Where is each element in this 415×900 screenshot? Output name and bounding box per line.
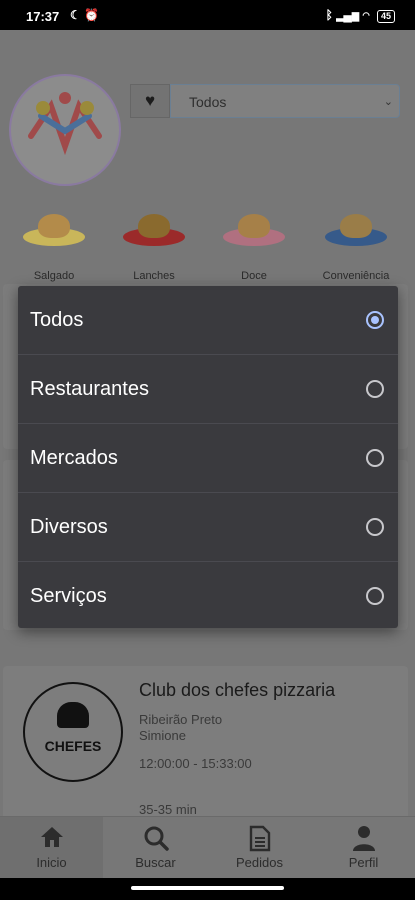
- wifi-icon: ◠: [362, 8, 370, 22]
- category-filter-select[interactable]: Todos ⌄: [170, 84, 400, 118]
- nav-inicio[interactable]: Inicio: [0, 817, 103, 879]
- category-filter-value: Todos: [189, 94, 227, 110]
- status-bar: 17:37 ☾ ⏰ ᛒ ▂▄▆ ◠ 45: [0, 0, 415, 30]
- nav-label: Pedidos: [236, 855, 283, 870]
- store-hours: 12:00:00 - 15:33:00: [139, 756, 252, 771]
- option-todos[interactable]: Todos: [18, 286, 398, 355]
- category-label: Doce: [241, 270, 267, 282]
- option-mercados[interactable]: Mercados: [18, 424, 398, 493]
- option-label: Todos: [30, 308, 84, 331]
- bottom-navigation: Inicio Buscar Pedidos Perfil: [0, 816, 415, 879]
- nav-label: Buscar: [135, 855, 176, 870]
- doce-icon: [223, 208, 285, 252]
- radio-icon[interactable]: [366, 587, 384, 605]
- salgado-icon: [23, 208, 85, 252]
- home-icon: [0, 825, 103, 853]
- radio-icon[interactable]: [366, 380, 384, 398]
- category-label: Salgado: [33, 270, 75, 282]
- document-icon: [208, 825, 311, 853]
- alarm-icon: ⏰: [84, 8, 100, 22]
- bluetooth-icon: ᛒ: [325, 8, 333, 22]
- radio-selected-icon[interactable]: [366, 311, 384, 329]
- store-name: Club dos chefes pizzaria: [139, 680, 336, 700]
- moon-icon: ☾: [70, 8, 81, 22]
- option-restaurantes[interactable]: Restaurantes: [18, 355, 398, 424]
- option-label: Serviços: [30, 584, 107, 607]
- heart-icon: ♥: [144, 91, 156, 110]
- category-doce[interactable]: Doce: [214, 208, 294, 282]
- category-label: Lanches: [133, 270, 175, 282]
- search-icon: [104, 825, 207, 853]
- delivery-time: 35-35 min: [139, 802, 197, 817]
- favorite-button[interactable]: ♥: [130, 84, 170, 118]
- app-logo: [9, 74, 121, 186]
- home-indicator[interactable]: [131, 886, 284, 890]
- logo-figures-icon: [28, 92, 102, 156]
- chef-logo: CHEFES: [23, 682, 123, 782]
- option-servicos[interactable]: Serviços: [18, 562, 398, 630]
- chevron-down-icon: ⌄: [383, 96, 393, 108]
- nav-label: Perfil: [348, 855, 379, 870]
- option-label: Mercados: [30, 446, 118, 469]
- conveniencia-icon: [325, 208, 387, 252]
- person-icon: [312, 825, 415, 853]
- category-conveniencia[interactable]: Conveniência: [316, 208, 396, 282]
- nav-buscar[interactable]: Buscar: [104, 817, 207, 879]
- radio-icon[interactable]: [366, 518, 384, 536]
- battery-icon: 45: [376, 10, 395, 23]
- chef-hat-icon: [57, 702, 89, 728]
- category-label: Conveniência: [322, 270, 390, 282]
- nav-label: Inicio: [36, 855, 67, 870]
- store-city: Ribeirão Preto: [139, 712, 223, 727]
- option-label: Restaurantes: [30, 377, 149, 400]
- nav-perfil[interactable]: Perfil: [312, 817, 415, 879]
- gesture-bar: [0, 878, 415, 900]
- option-label: Diversos: [30, 515, 108, 538]
- lanches-icon: [123, 208, 185, 252]
- nav-pedidos[interactable]: Pedidos: [208, 817, 311, 879]
- store-card-club-dos-chefes[interactable]: CHEFES Club dos chefes pizzaria Ribeirão…: [3, 666, 408, 838]
- store-district: Simione: [139, 728, 186, 743]
- signal-icon: ▂▄▆: [336, 8, 360, 22]
- category-lanches[interactable]: Lanches: [114, 208, 194, 282]
- status-icons-right: ᛒ ▂▄▆ ◠ 45: [326, 8, 395, 23]
- radio-icon[interactable]: [366, 449, 384, 467]
- option-diversos[interactable]: Diversos: [18, 493, 398, 562]
- category-salgado[interactable]: Salgado: [14, 208, 94, 282]
- filter-dialog: Todos Restaurantes Mercados Diversos Ser…: [18, 286, 398, 628]
- clock: 17:37: [26, 9, 60, 24]
- chef-logo-text: CHEFES: [44, 738, 102, 754]
- status-icons-left: ☾ ⏰: [70, 8, 99, 22]
